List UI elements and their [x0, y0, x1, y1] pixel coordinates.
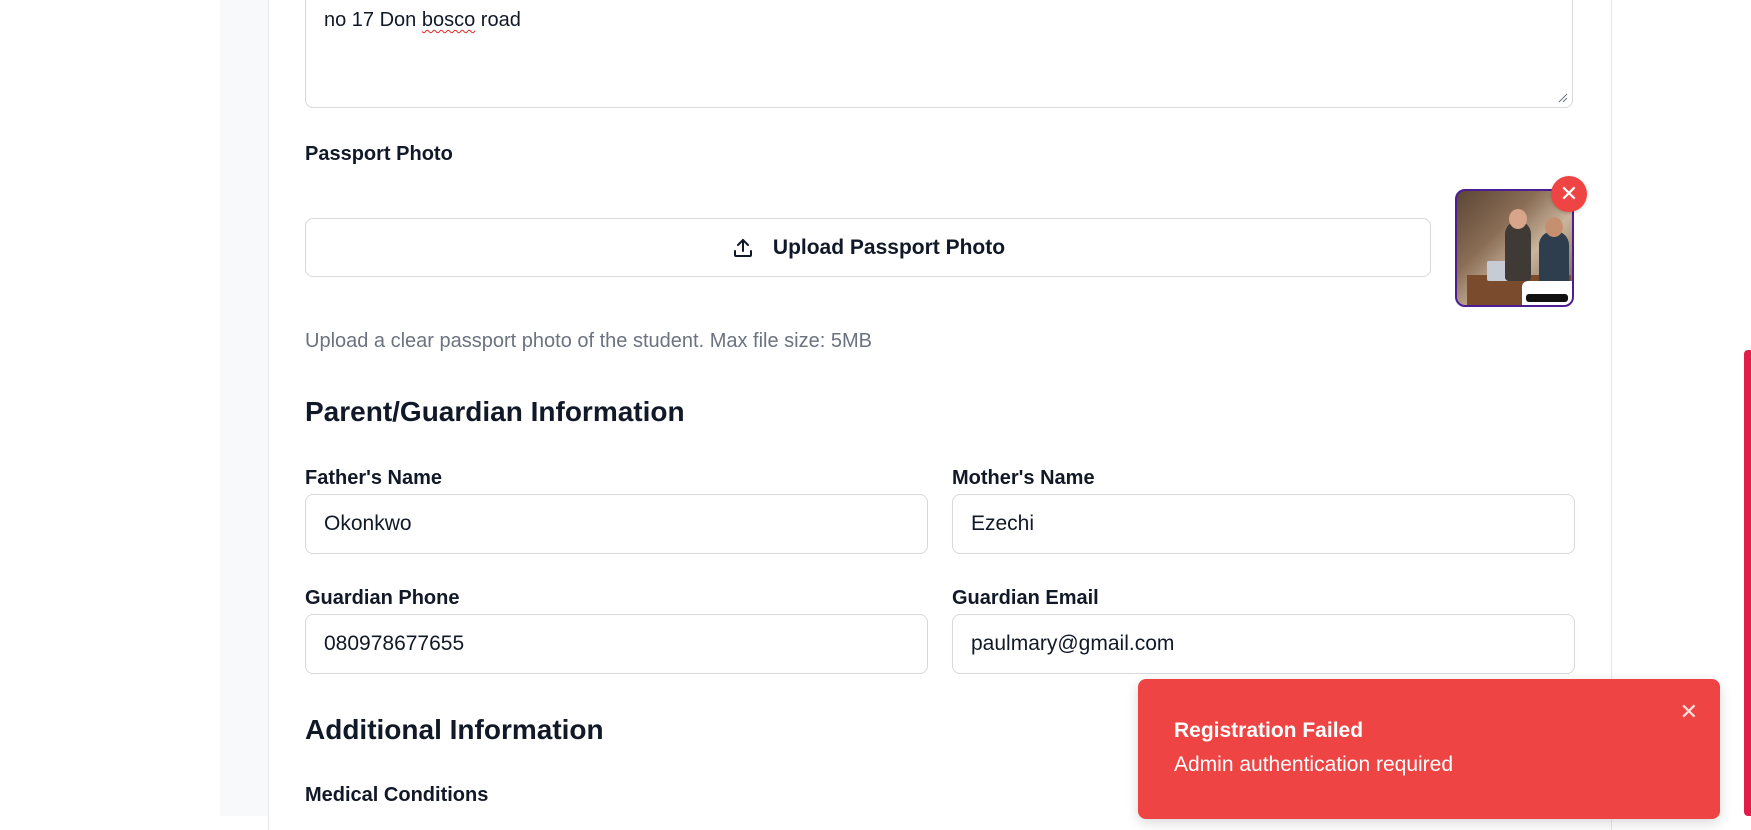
guardian-phone-value: 080978677655 — [324, 632, 465, 655]
toast-message: Admin authentication required — [1174, 753, 1454, 776]
address-textarea[interactable]: no 17 Don bosco road — [305, 0, 1573, 108]
upload-passport-button[interactable]: Upload Passport Photo — [305, 218, 1431, 277]
close-icon: ✕ — [1679, 699, 1698, 724]
guardian-section-title: Parent/Guardian Information — [305, 396, 685, 427]
remove-photo-button[interactable]: ✕ — [1551, 176, 1587, 212]
guardian-phone-input[interactable]: 080978677655 — [305, 614, 928, 674]
scrollbar[interactable] — [1744, 350, 1751, 816]
address-text-misspelled: bosco — [421, 9, 476, 31]
upload-icon — [733, 238, 752, 257]
medical-conditions-label: Medical Conditions — [305, 784, 489, 806]
guardian-email-label: Guardian Email — [952, 587, 1099, 609]
address-text-suffix: road — [475, 9, 521, 31]
passport-hint: Upload a clear passport photo of the stu… — [305, 330, 872, 352]
toast-title: Registration Failed — [1174, 719, 1364, 742]
father-name-label: Father's Name — [305, 467, 443, 489]
resize-handle-icon[interactable] — [1558, 93, 1568, 103]
mother-name-value: Ezechi — [971, 512, 1035, 535]
passport-photo-label: Passport Photo — [305, 143, 453, 165]
address-text-prefix: no 17 Don — [324, 9, 422, 31]
toast-close-button[interactable]: ✕ — [1680, 699, 1698, 725]
close-icon: ✕ — [1559, 181, 1579, 206]
guardian-phone-label: Guardian Phone — [305, 587, 460, 609]
guardian-email-input[interactable]: paulmary@gmail.com — [952, 614, 1575, 674]
upload-passport-label: Upload Passport Photo — [772, 235, 1006, 259]
mother-name-input[interactable]: Ezechi — [952, 494, 1575, 554]
father-name-value: Okonkwo — [324, 512, 412, 535]
error-toast: ✕ Registration Failed Admin authenticati… — [1138, 679, 1720, 819]
father-name-input[interactable]: Okonkwo — [305, 494, 928, 554]
additional-section-title: Additional Information — [305, 714, 604, 745]
guardian-email-value: paulmary@gmail.com — [971, 632, 1175, 655]
mother-name-label: Mother's Name — [952, 467, 1095, 489]
